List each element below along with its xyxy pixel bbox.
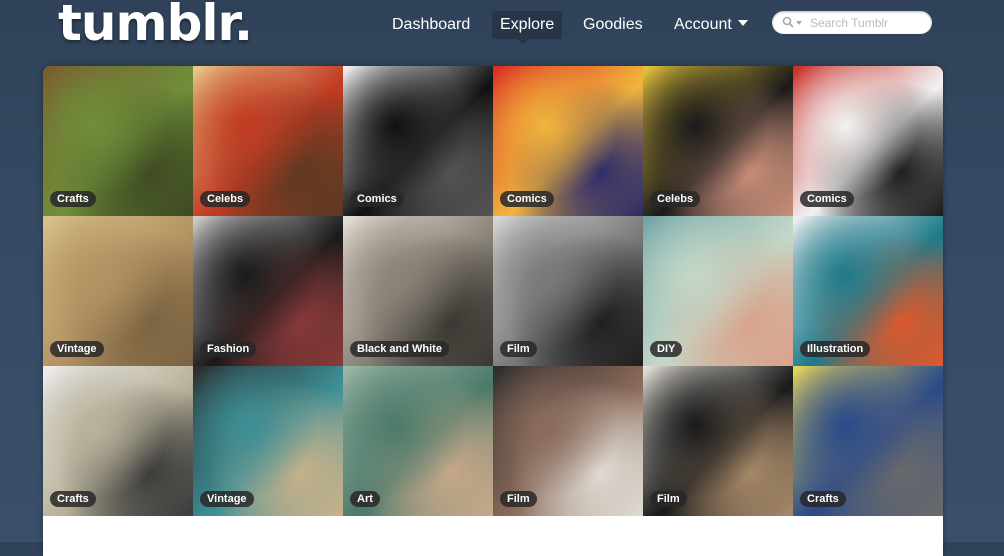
explore-grid: Crafts Celebs Comics Comics Celebs Comic… (43, 66, 943, 516)
tag-tile[interactable]: Crafts (43, 366, 193, 516)
tile-tag-label: Comics (800, 191, 854, 207)
tag-tile[interactable]: Comics (793, 66, 943, 216)
chevron-down-icon (737, 20, 748, 26)
search-icon (782, 16, 794, 28)
nav-explore-label: Explore (500, 16, 555, 33)
tag-tile[interactable]: Art (343, 366, 493, 516)
search-options-caret-icon[interactable] (796, 21, 802, 25)
tag-tile[interactable]: DIY (643, 216, 793, 366)
tag-tile[interactable]: Comics (493, 66, 643, 216)
tile-tag-label: Illustration (800, 341, 871, 357)
tile-tag-label: Celebs (200, 191, 251, 207)
tile-tag-label: Black and White (350, 341, 449, 357)
tag-tile[interactable]: Crafts (793, 366, 943, 516)
tile-tag-label: Crafts (800, 491, 846, 507)
tile-tag-label: Film (500, 341, 537, 357)
explore-panel: Crafts Celebs Comics Comics Celebs Comic… (43, 66, 943, 556)
tag-tile[interactable]: Celebs (193, 66, 343, 216)
tag-tile[interactable]: Film (643, 366, 793, 516)
tile-tag-label: Celebs (650, 191, 701, 207)
tumblr-logo[interactable]: tumblr. (58, 0, 253, 52)
active-nav-pointer (517, 39, 529, 45)
tag-tile[interactable]: Comics (343, 66, 493, 216)
tag-tile[interactable]: Celebs (643, 66, 793, 216)
tag-tile[interactable]: Illustration (793, 216, 943, 366)
tile-tag-label: Comics (500, 191, 554, 207)
tag-tile[interactable]: Crafts (43, 66, 193, 216)
tag-tile[interactable]: Vintage (43, 216, 193, 366)
tag-tile[interactable]: Film (493, 366, 643, 516)
tile-tag-label: Film (500, 491, 537, 507)
panel-footer (43, 518, 943, 556)
tile-tag-label: Vintage (50, 341, 104, 357)
tile-tag-label: Crafts (50, 191, 96, 207)
tile-tag-label: Comics (350, 191, 404, 207)
tile-tag-label: Fashion (200, 341, 257, 357)
tag-tile[interactable]: Vintage (193, 366, 343, 516)
tile-tag-label: Vintage (200, 491, 254, 507)
tag-tile[interactable]: Black and White (343, 216, 493, 366)
nav-account[interactable]: Account (674, 11, 748, 39)
tile-tag-label: DIY (650, 341, 683, 357)
tag-tile[interactable]: Film (493, 216, 643, 366)
search-box[interactable] (772, 11, 932, 34)
tile-tag-label: Crafts (50, 491, 96, 507)
tile-tag-label: Film (650, 491, 687, 507)
nav-goodies[interactable]: Goodies (583, 11, 643, 39)
search-input[interactable] (808, 14, 930, 32)
tag-tile[interactable]: Fashion (193, 216, 343, 366)
nav-explore[interactable]: Explore (492, 11, 563, 39)
tile-tag-label: Art (350, 491, 380, 507)
nav-dashboard[interactable]: Dashboard (392, 11, 470, 39)
nav-account-label: Account (674, 16, 732, 33)
